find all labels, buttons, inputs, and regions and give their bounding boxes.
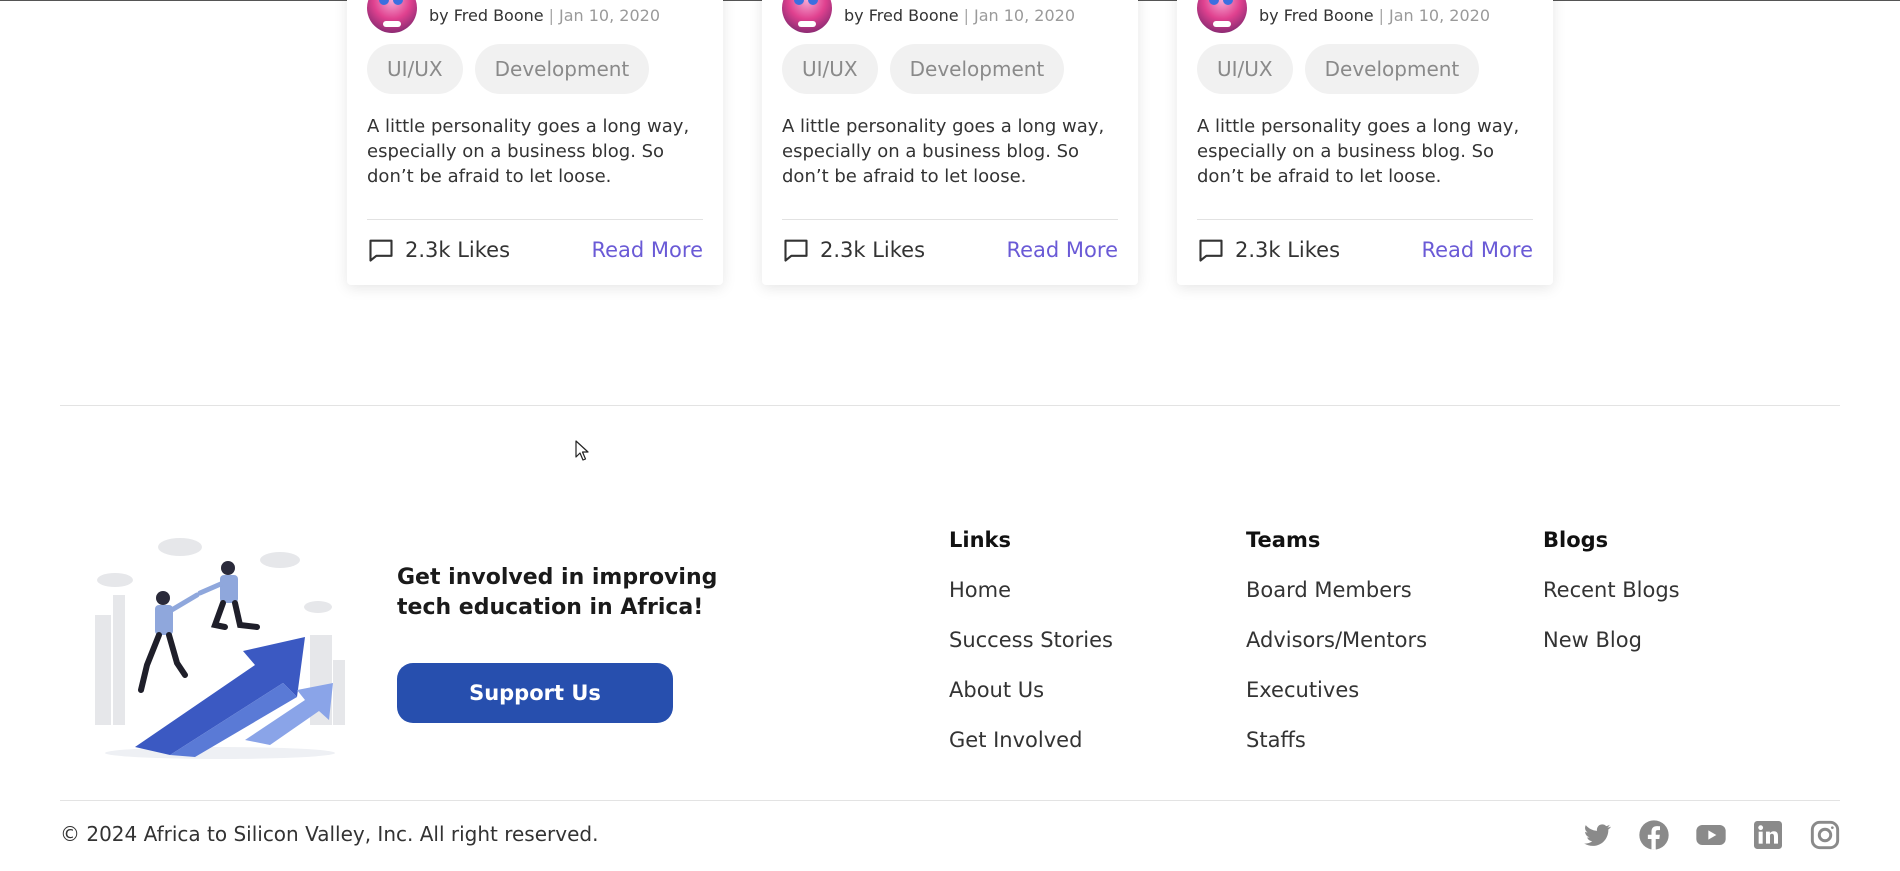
likes-label: 2.3k Likes bbox=[1235, 238, 1341, 262]
author-name: by Fred Boone bbox=[844, 5, 959, 25]
likes-count: 2.3k Likes bbox=[1197, 236, 1340, 264]
footer-link-executives[interactable]: Executives bbox=[1246, 678, 1427, 704]
facebook-icon[interactable] bbox=[1637, 818, 1671, 852]
likes-count: 2.3k Likes bbox=[782, 236, 925, 264]
read-more-link[interactable]: Read More bbox=[591, 238, 703, 262]
footer-link-new-blog[interactable]: New Blog bbox=[1543, 628, 1680, 654]
copyright-text: © 2024 Africa to Silicon Valley, Inc. Al… bbox=[60, 822, 599, 846]
footer-teams-column: Teams Board Members Advisors/Mentors Exe… bbox=[1246, 528, 1427, 778]
youtube-icon[interactable] bbox=[1694, 818, 1728, 852]
author-avatar bbox=[367, 0, 417, 33]
support-us-button[interactable]: Support Us bbox=[397, 663, 673, 723]
instagram-icon[interactable] bbox=[1808, 818, 1842, 852]
column-heading: Blogs bbox=[1543, 528, 1609, 552]
comment-icon bbox=[1199, 239, 1223, 262]
likes-label: 2.3k Likes bbox=[405, 238, 511, 262]
footer-link-success-stories[interactable]: Success Stories bbox=[949, 628, 1113, 654]
tag-chip[interactable]: Development bbox=[1304, 44, 1480, 94]
column-heading: Teams bbox=[1246, 528, 1321, 552]
footer-link-recent-blogs[interactable]: Recent Blogs bbox=[1543, 578, 1680, 604]
footer-blogs-column: Blogs Recent Blogs New Blog bbox=[1543, 528, 1680, 678]
footer-links-column: Links Home Success Stories About Us Get … bbox=[949, 528, 1113, 778]
card-footer: 2.3k Likes Read More bbox=[1197, 230, 1533, 270]
tag-chip[interactable]: Development bbox=[889, 44, 1065, 94]
likes-label: 2.3k Likes bbox=[820, 238, 926, 262]
comment-icon bbox=[784, 239, 808, 262]
card-excerpt: A little personality goes a long way, es… bbox=[782, 116, 1105, 187]
read-more-link[interactable]: Read More bbox=[1006, 238, 1118, 262]
footer-link-board-members[interactable]: Board Members bbox=[1246, 578, 1427, 604]
byline-separator: | bbox=[548, 5, 554, 25]
author-avatar bbox=[1197, 0, 1247, 33]
climbing-people-illustration bbox=[95, 538, 345, 759]
likes-count: 2.3k Likes bbox=[367, 236, 510, 264]
footer-bottom-divider bbox=[60, 800, 1840, 801]
card-byline: by Fred Boone | Jan 10, 2020 bbox=[1197, 0, 1490, 35]
card-divider bbox=[782, 219, 1118, 220]
byline-separator: | bbox=[1378, 5, 1384, 25]
mouse-cursor-icon bbox=[575, 440, 589, 461]
card-divider bbox=[367, 219, 703, 220]
author-avatar bbox=[782, 0, 832, 33]
tag-list: UI/UX Development bbox=[782, 44, 1065, 94]
column-heading: Links bbox=[949, 528, 1011, 552]
twitter-icon[interactable] bbox=[1580, 818, 1614, 852]
author-name: by Fred Boone bbox=[1259, 5, 1374, 25]
card-byline: by Fred Boone | Jan 10, 2020 bbox=[367, 0, 660, 35]
footer-link-advisors-mentors[interactable]: Advisors/Mentors bbox=[1246, 628, 1427, 654]
tag-chip[interactable]: UI/UX bbox=[367, 44, 463, 94]
footer-link-about-us[interactable]: About Us bbox=[949, 678, 1113, 704]
blog-card: by Fred Boone | Jan 10, 2020 UI/UX Devel… bbox=[347, 0, 723, 285]
read-more-link[interactable]: Read More bbox=[1421, 238, 1533, 262]
blog-cards-section: by Fred Boone | Jan 10, 2020 UI/UX Devel… bbox=[0, 0, 1900, 290]
footer-link-staffs[interactable]: Staffs bbox=[1246, 728, 1427, 754]
footer-top-divider bbox=[60, 405, 1840, 406]
byline-separator: | bbox=[963, 5, 969, 25]
post-date: Jan 10, 2020 bbox=[1389, 5, 1490, 25]
tag-chip[interactable]: UI/UX bbox=[1197, 44, 1293, 94]
author-name: by Fred Boone bbox=[429, 5, 544, 25]
cta-heading: Get involved in improving tech education… bbox=[397, 565, 718, 620]
post-date: Jan 10, 2020 bbox=[974, 5, 1075, 25]
linkedin-icon[interactable] bbox=[1751, 818, 1785, 852]
card-excerpt: A little personality goes a long way, es… bbox=[1197, 116, 1520, 187]
card-footer: 2.3k Likes Read More bbox=[367, 230, 703, 270]
footer-link-home[interactable]: Home bbox=[949, 578, 1113, 604]
social-links bbox=[1580, 818, 1842, 852]
post-date: Jan 10, 2020 bbox=[559, 5, 660, 25]
tag-list: UI/UX Development bbox=[367, 44, 650, 94]
card-excerpt: A little personality goes a long way, es… bbox=[367, 116, 690, 187]
card-divider bbox=[1197, 219, 1533, 220]
tag-chip[interactable]: UI/UX bbox=[782, 44, 878, 94]
tag-chip[interactable]: Development bbox=[474, 44, 650, 94]
blog-card: by Fred Boone | Jan 10, 2020 UI/UX Devel… bbox=[1177, 0, 1553, 285]
footer-link-get-involved[interactable]: Get Involved bbox=[949, 728, 1113, 754]
comment-icon bbox=[369, 239, 393, 262]
card-byline: by Fred Boone | Jan 10, 2020 bbox=[782, 0, 1075, 35]
tag-list: UI/UX Development bbox=[1197, 44, 1480, 94]
blog-card: by Fred Boone | Jan 10, 2020 UI/UX Devel… bbox=[762, 0, 1138, 285]
card-footer: 2.3k Likes Read More bbox=[782, 230, 1118, 270]
